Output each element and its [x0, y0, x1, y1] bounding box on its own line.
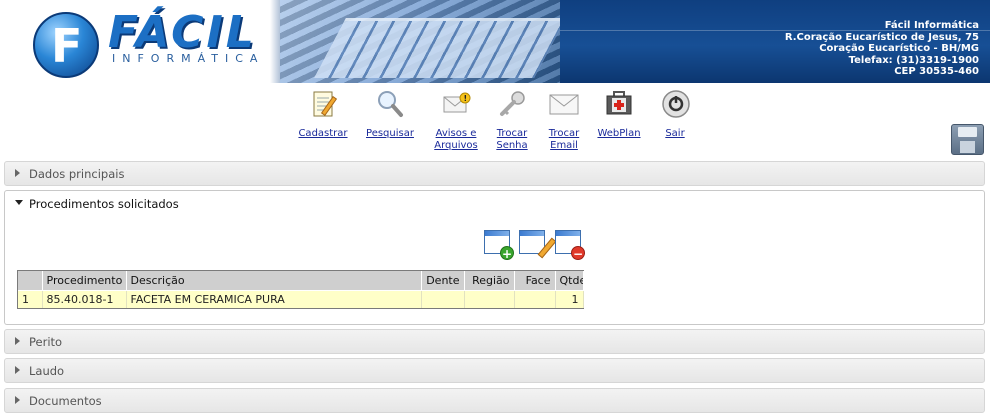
logo-wordmark: FÁCIL — [108, 7, 257, 58]
table-header-row: Procedimento Descrição Dente Região Face… — [18, 271, 584, 290]
caret-right-icon — [15, 169, 20, 177]
panel-procedimentos-solicitados[interactable]: Procedimentos solicitados — [4, 190, 985, 217]
floppy-disk-icon[interactable] — [951, 124, 984, 155]
window-remove-icon[interactable]: − — [555, 230, 585, 261]
panel-laudo[interactable]: Laudo — [4, 358, 985, 383]
toolbar-cadastrar[interactable]: Cadastrar — [296, 88, 350, 140]
window-edit-icon[interactable] — [519, 230, 557, 259]
company-phone: Telefax: (31)3319-1900 — [848, 54, 979, 66]
column-header-regiao[interactable]: Região — [464, 271, 515, 290]
cell-face — [514, 289, 556, 308]
company-district: Coração Eucarístico - BH/MG — [819, 43, 979, 54]
company-address: R.Coração Eucarístico de Jesus, 75 — [784, 31, 979, 43]
row-number: 1 — [18, 289, 43, 308]
panel-title: Procedimentos solicitados — [29, 197, 179, 211]
panel-title: Documentos — [29, 394, 102, 408]
panel-documentos[interactable]: Documentos — [4, 388, 985, 413]
column-header-qtde[interactable]: Qtde. — [555, 271, 584, 290]
procedimentos-table: Procedimento Descrição Dente Região Face… — [17, 270, 584, 309]
window-add-icon[interactable]: + — [484, 230, 514, 261]
caret-right-icon — [15, 366, 20, 374]
panel-perito[interactable]: Perito — [4, 329, 985, 354]
toolbar-pesquisar[interactable]: Pesquisar — [362, 88, 418, 140]
logo-subtitle: INFORMÁTICA — [112, 52, 265, 65]
notepad-icon — [307, 88, 339, 120]
caret-right-icon — [15, 396, 20, 404]
toolbar-label[interactable]: Sair — [660, 128, 690, 140]
cell-procedimento: 85.40.018-1 — [42, 289, 127, 308]
company-name: Fácil Informática — [884, 20, 979, 31]
toolbar-label[interactable]: Pesquisar — [362, 128, 418, 140]
mail-warning-icon: ! — [440, 88, 472, 120]
envelope-icon — [548, 88, 580, 120]
cell-qtde: 1 — [555, 289, 584, 308]
column-header-dente[interactable]: Dente — [421, 271, 465, 290]
magnifier-icon — [374, 88, 406, 120]
logo-globe-icon: F — [33, 12, 99, 78]
svg-text:!: ! — [464, 94, 468, 103]
toolbar-label[interactable]: Avisos e Arquivos — [430, 128, 482, 152]
column-header-face[interactable]: Face — [514, 271, 556, 290]
toolbar-label[interactable]: Cadastrar — [296, 128, 350, 140]
toolbar-webplan[interactable]: WebPlan — [596, 88, 642, 140]
header-banner: F FÁCIL INFORMÁTICA Fácil Informática R.… — [0, 0, 990, 83]
column-header-procedimento[interactable]: Procedimento — [42, 271, 127, 290]
panel-title: Laudo — [29, 364, 65, 378]
table-row[interactable]: 1 85.40.018-1 FACETA EM CERAMICA PURA 1 — [18, 289, 584, 308]
toolbar-label[interactable]: WebPlan — [596, 128, 642, 140]
toolbar-label[interactable]: Trocar Senha — [492, 128, 532, 152]
panel-title: Dados principais — [29, 167, 125, 181]
column-header-descricao[interactable]: Descrição — [126, 271, 422, 290]
column-header — [18, 271, 43, 290]
toolbar-trocar-senha[interactable]: Trocar Senha — [492, 88, 532, 152]
company-cep: CEP 30535-460 — [894, 66, 979, 77]
toolbar-avisos[interactable]: ! Avisos e Arquivos — [430, 88, 482, 152]
toolbar-trocar-email[interactable]: Trocar Email — [544, 88, 584, 152]
caret-down-icon — [15, 200, 23, 205]
company-info: Fácil Informática R.Coração Eucarístico … — [785, 20, 979, 78]
panel-dados-principais[interactable]: Dados principais — [4, 161, 985, 186]
cell-regiao — [464, 289, 515, 308]
power-icon — [660, 88, 692, 120]
panel-title: Perito — [29, 335, 63, 349]
first-aid-kit-icon — [603, 88, 635, 120]
toolbar-label[interactable]: Trocar Email — [544, 128, 584, 152]
cell-descricao: FACETA EM CERAMICA PURA — [126, 289, 422, 308]
caret-right-icon — [15, 337, 20, 345]
toolbar-sair[interactable]: Sair — [660, 88, 690, 140]
key-icon — [496, 88, 528, 120]
cell-dente — [421, 289, 465, 308]
